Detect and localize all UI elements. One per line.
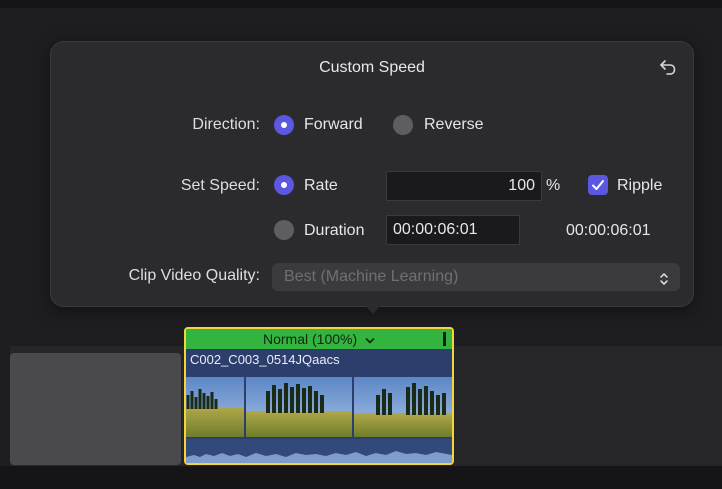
film-frame (186, 377, 244, 437)
timeline-bottom-strip (0, 466, 722, 489)
radio-duration[interactable] (274, 220, 294, 240)
previous-clip[interactable] (10, 353, 181, 465)
custom-speed-popover: Custom Speed Direction: Forward Reverse … (50, 41, 694, 307)
forward-option-label: Forward (304, 116, 363, 133)
rate-input[interactable]: 100 (386, 171, 542, 201)
radio-reverse[interactable] (393, 115, 413, 135)
clip-filmstrip (186, 377, 452, 437)
rate-unit: % (546, 177, 561, 194)
speed-label: Normal (100%) (262, 331, 358, 347)
clip-video-quality-value: Best (Machine Learning) (284, 268, 459, 285)
duration-input[interactable]: 00:00:06:01 (386, 215, 520, 245)
audio-waveform (186, 439, 452, 463)
chevron-down-icon (365, 330, 375, 350)
duration-option-label: Duration (304, 222, 365, 239)
speed-indicator-bar[interactable]: Normal (100%) (186, 329, 452, 349)
reset-arrow-icon[interactable] (658, 57, 678, 77)
top-toolbar-strip (0, 0, 722, 8)
clip-video-quality-label: Clip Video Quality: (128, 267, 260, 284)
direction-label: Direction: (192, 116, 260, 133)
speed-handle[interactable] (443, 332, 446, 346)
duration-readout: 00:00:06:01 (566, 222, 651, 239)
rate-value: 100 (508, 177, 535, 194)
chevron-updown-icon (656, 269, 672, 285)
reverse-option-label: Reverse (424, 116, 484, 133)
rate-option-label: Rate (304, 177, 338, 194)
checkmark-icon (592, 180, 604, 190)
ripple-label: Ripple (617, 177, 663, 194)
ripple-checkbox[interactable] (588, 175, 608, 195)
popover-pointer (364, 304, 382, 314)
film-frame (354, 377, 452, 437)
popover-title: Custom Speed (319, 59, 425, 76)
radio-rate[interactable] (274, 175, 294, 195)
duration-value: 00:00:06:01 (393, 221, 478, 238)
timeline-clip[interactable]: Normal (100%) C002_C003_0514JQaacs (184, 327, 454, 465)
film-frame (246, 377, 352, 437)
clip-video-quality-select[interactable]: Best (Machine Learning) (272, 263, 680, 291)
clip-name: C002_C003_0514JQaacs (190, 352, 340, 367)
set-speed-label: Set Speed: (180, 177, 260, 194)
radio-forward[interactable] (274, 115, 294, 135)
